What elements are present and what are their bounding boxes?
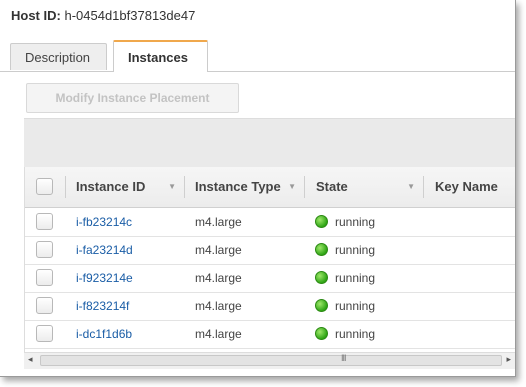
running-status-icon	[315, 243, 328, 256]
instance-type: m4.large	[195, 215, 242, 229]
instance-id-link[interactable]: i-fb23214c	[76, 208, 132, 236]
running-status-icon	[315, 215, 328, 228]
instance-state: running	[315, 208, 375, 236]
instance-type: m4.large	[195, 243, 242, 257]
row-checkbox[interactable]	[36, 213, 53, 230]
host-details-panel: Host ID: h-0454d1bf37813de47 Description…	[0, 0, 516, 377]
scrollbar-thumb[interactable]: III	[40, 353, 502, 366]
table-toolbar-area	[24, 118, 515, 168]
instance-state: running	[315, 292, 375, 320]
row-checkbox[interactable]	[36, 269, 53, 286]
table-row[interactable]: i-f923214e m4.large running	[25, 264, 515, 293]
tab-description[interactable]: Description	[10, 43, 107, 70]
state-label: running	[335, 271, 376, 285]
instances-table: Instance ID ▼ Instance Type ▼ State ▼ Ke…	[24, 167, 515, 368]
table-row[interactable]: i-fb23214c m4.large running	[25, 208, 515, 237]
state-label: running	[335, 215, 376, 229]
running-status-icon	[315, 271, 328, 284]
column-header-instance-type[interactable]: Instance Type ▼	[185, 167, 304, 207]
running-status-icon	[315, 327, 328, 340]
state-label: running	[335, 299, 376, 313]
column-header-label: State	[316, 179, 348, 194]
scrollbar-grip-icon: III	[341, 353, 346, 363]
column-header-key-name[interactable]: Key Name	[424, 167, 515, 207]
modify-instance-placement-button[interactable]: Modify Instance Placement	[26, 83, 239, 113]
running-status-icon	[315, 299, 328, 312]
row-checkbox[interactable]	[36, 325, 53, 342]
instance-id-link[interactable]: i-dc1f1d6b	[76, 320, 132, 348]
instance-id-link[interactable]: i-f823214f	[76, 292, 129, 320]
instance-state: running	[315, 320, 375, 348]
state-label: running	[335, 243, 376, 257]
column-header-instance-id[interactable]: Instance ID ▼	[66, 167, 184, 207]
instance-type: m4.large	[195, 271, 242, 285]
table-row[interactable]: i-f823214f m4.large running	[25, 292, 515, 321]
instance-type: m4.large	[195, 327, 242, 341]
column-header-label: Key Name	[435, 179, 498, 194]
table-row[interactable]: i-dc1f1d6b m4.large running	[25, 320, 515, 349]
instance-state: running	[315, 236, 375, 264]
sort-icon[interactable]: ▼	[288, 167, 296, 207]
state-label: running	[335, 327, 376, 341]
host-id-line: Host ID: h-0454d1bf37813de47	[11, 8, 195, 23]
host-id-label: Host ID:	[11, 8, 61, 23]
sort-icon[interactable]: ▼	[168, 167, 176, 207]
host-id-value: h-0454d1bf37813de47	[64, 8, 196, 23]
scroll-right-icon[interactable]: ▸	[506, 354, 511, 365]
column-header-state[interactable]: State ▼	[305, 167, 423, 207]
instance-id-link[interactable]: i-fa23214d	[76, 236, 133, 264]
instance-id-link[interactable]: i-f923214e	[76, 264, 133, 292]
scroll-left-icon[interactable]: ◂	[28, 354, 33, 365]
row-checkbox[interactable]	[36, 241, 53, 258]
tab-bar: Description Instances	[0, 40, 515, 72]
tab-instances[interactable]: Instances	[113, 40, 208, 72]
instance-state: running	[315, 264, 375, 292]
row-checkbox[interactable]	[36, 297, 53, 314]
horizontal-scrollbar[interactable]: ◂ III ▸	[24, 352, 515, 369]
column-header-label: Instance ID	[76, 179, 146, 194]
instance-type: m4.large	[195, 299, 242, 313]
column-header-label: Instance Type	[195, 179, 281, 194]
select-all-checkbox[interactable]	[36, 178, 53, 195]
sort-icon[interactable]: ▼	[407, 167, 415, 207]
table-header: Instance ID ▼ Instance Type ▼ State ▼ Ke…	[25, 167, 515, 208]
table-row[interactable]: i-fa23214d m4.large running	[25, 236, 515, 265]
